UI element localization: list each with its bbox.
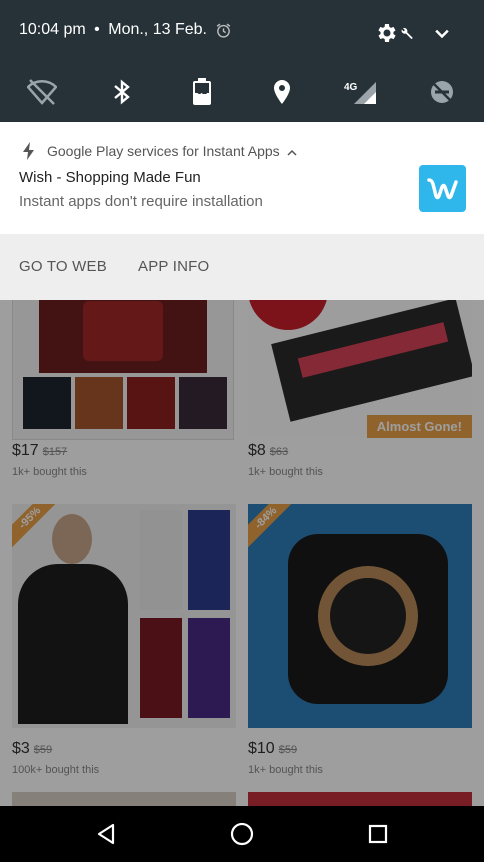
clock: 10:04 pm: [19, 21, 86, 38]
original-price: $157: [42, 446, 68, 458]
back-icon[interactable]: [90, 818, 122, 850]
original-price: $59: [33, 744, 53, 756]
product-card[interactable]: $17 $157 1k+ bought this: [12, 300, 236, 478]
bought-count: 1k+ bought this: [248, 764, 323, 776]
battery-level: 52: [196, 86, 207, 96]
battery-icon[interactable]: 52: [184, 74, 220, 110]
product-card[interactable]: Almost Gone! $8 $63 1k+ bought this: [248, 300, 472, 478]
product-price: $3 $59: [12, 740, 53, 757]
product-price: $8 $63: [248, 442, 289, 459]
product-image-partial: [248, 792, 472, 806]
mobile-data-4g-icon[interactable]: 4G: [340, 74, 380, 110]
notification-actions: GO TO WEB APP INFO: [0, 234, 484, 300]
product-image-blouse: -95%: [12, 504, 236, 728]
product-image-brush-kit: Almost Gone!: [248, 300, 472, 438]
bought-count: 1k+ bought this: [248, 466, 323, 478]
product-price: $10 $59: [248, 740, 298, 757]
notification-title: Wish - Shopping Made Fun: [19, 169, 201, 186]
product-card[interactable]: -95% $3 $59 100k+ bought this: [12, 504, 236, 776]
chevron-up-icon[interactable]: [287, 145, 297, 163]
notification-app-name: Google Play services for Instant Apps: [47, 143, 280, 159]
notification-card[interactable]: Google Play services for Instant Apps Wi…: [0, 122, 484, 234]
product-price: $17 $157: [12, 442, 68, 459]
settings-icon[interactable]: [374, 21, 398, 50]
bought-count: 100k+ bought this: [12, 764, 100, 776]
product-card[interactable]: -84% $10 $59 1k+ bought this: [248, 504, 472, 776]
notification-subtitle: Instant apps don't require installation: [19, 193, 263, 210]
date: Mon., 13 Feb.: [108, 21, 207, 38]
app-info-button[interactable]: APP INFO: [138, 258, 209, 275]
bluetooth-icon[interactable]: [104, 74, 140, 110]
wifi-off-icon[interactable]: [24, 74, 60, 110]
product-image-watch: -84%: [248, 504, 472, 728]
quick-settings-header: 10:04 pm • Mon., 13 Feb. 52 4G: [0, 0, 484, 122]
location-icon[interactable]: [264, 74, 300, 110]
wrench-icon: [399, 26, 414, 46]
flash-icon: [22, 142, 36, 165]
navigation-bar: [0, 806, 484, 862]
bought-count: 1k+ bought this: [12, 466, 87, 478]
original-price: $63: [269, 446, 289, 458]
recents-icon[interactable]: [362, 818, 394, 850]
product-image-partial: [12, 792, 236, 806]
chevron-down-icon[interactable]: [432, 24, 452, 49]
product-image-handbags: [12, 300, 234, 440]
alarm-icon: [215, 22, 232, 44]
home-icon[interactable]: [226, 818, 258, 850]
do-not-disturb-off-icon[interactable]: [424, 74, 460, 110]
quick-settings-tiles: 52 4G: [0, 74, 484, 110]
discount-badge: -84%: [248, 504, 300, 552]
product-feed: $17 $157 1k+ bought this Almost Gone! $8 $…: [0, 300, 484, 806]
go-to-web-button[interactable]: GO TO WEB: [19, 258, 107, 275]
status-time-date: 10:04 pm • Mon., 13 Feb.: [19, 21, 207, 38]
almost-gone-badge: Almost Gone!: [366, 415, 472, 438]
wish-logo-icon: [419, 165, 466, 212]
svg-text:4G: 4G: [344, 82, 358, 93]
original-price: $59: [278, 744, 298, 756]
